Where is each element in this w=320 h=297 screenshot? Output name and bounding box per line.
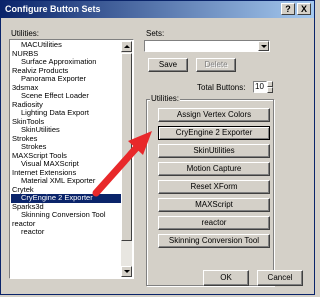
ok-button[interactable]: OK [203, 270, 249, 286]
utility-button[interactable]: Motion Capture [158, 162, 270, 176]
total-buttons-input[interactable]: 10 [253, 81, 267, 93]
spinner-down-button[interactable] [267, 87, 273, 93]
cancel-button[interactable]: Cancel [257, 270, 303, 286]
chevron-down-icon[interactable] [258, 41, 269, 51]
utility-button[interactable]: reactor [158, 216, 270, 230]
close-button[interactable]: X [297, 3, 311, 15]
save-button[interactable]: Save [148, 58, 188, 72]
sets-dropdown[interactable] [144, 40, 270, 52]
help-button[interactable]: ? [281, 3, 295, 15]
scroll-up-button[interactable] [121, 41, 132, 52]
scroll-thumb[interactable] [121, 53, 132, 241]
utility-button[interactable]: SkinUtilities [158, 144, 270, 158]
list-item[interactable]: reactor [11, 227, 121, 237]
utility-button[interactable]: Skinning Conversion Tool [158, 234, 270, 248]
utilities-listbox[interactable]: MACUtilities NURBS Surface Approximation Re… [9, 39, 134, 279]
utility-button[interactable]: MAXScript [158, 198, 270, 212]
utilities-scrollbar[interactable] [121, 41, 132, 277]
window-title: Configure Button Sets [5, 4, 101, 14]
utilities-group-label: Utilities: [150, 94, 181, 103]
delete-button[interactable]: Delete [196, 58, 236, 72]
utilities-list-label: Utilities: [11, 29, 40, 38]
scroll-down-button[interactable] [121, 266, 132, 277]
utilities-list-items: MACUtilities NURBS Surface Approximation Re… [11, 41, 121, 277]
title-bar: Configure Button Sets [1, 1, 314, 18]
sets-label: Sets: [146, 29, 165, 38]
utility-button[interactable]: Reset XForm [158, 180, 270, 194]
utility-button[interactable]: CryEngine 2 Exporter [158, 126, 270, 140]
total-buttons-label: Total Buttons: [197, 83, 246, 92]
utility-button[interactable]: Assign Vertex Colors [158, 108, 270, 122]
